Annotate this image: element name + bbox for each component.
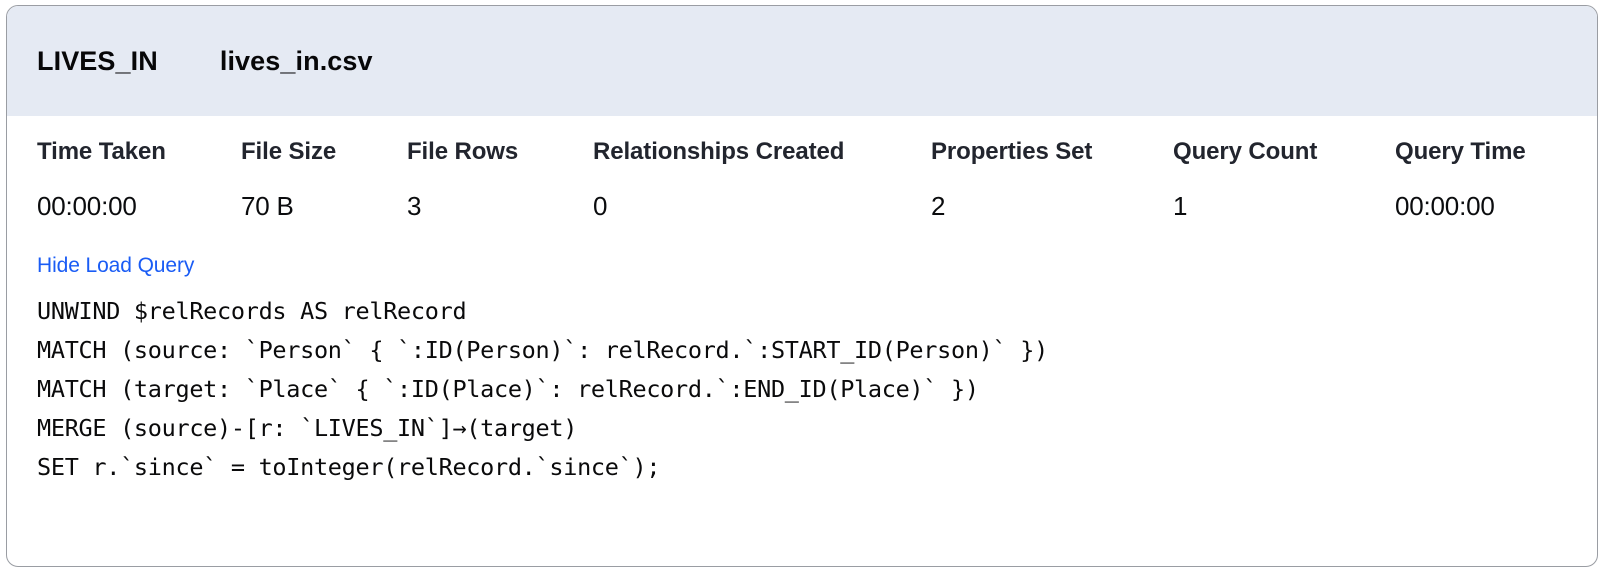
code-line-1: UNWIND $relRecords AS relRecord — [37, 297, 467, 325]
source-file-label: lives_in.csv — [219, 45, 373, 76]
stats-header-row: Time Taken File Size File Rows Relations… — [37, 138, 1597, 166]
stats-header-query-time: Query Time — [1395, 138, 1526, 165]
stats-value-query-count: 1 — [1173, 191, 1188, 221]
stats-header-relationships-created: Relationships Created — [593, 138, 845, 165]
code-line-2: MATCH (source: `Person` { `:ID(Person)`:… — [37, 336, 1048, 364]
stats-header-properties-set: Properties Set — [931, 138, 1093, 165]
hide-load-query-link[interactable]: Hide Load Query — [7, 254, 194, 278]
stats-value-relationships-created: 0 — [593, 191, 608, 221]
load-query-code-block: UNWIND $relRecords AS relRecord MATCH (so… — [7, 292, 1597, 487]
stats-value-file-size: 70 B — [241, 191, 294, 221]
stats-value-time-taken: 00:00:00 — [37, 191, 137, 221]
stats-value-properties-set: 2 — [931, 191, 946, 221]
stats-value-query-time: 00:00:00 — [1395, 191, 1495, 221]
code-line-5: SET r.`since` = toInteger(relRecord.`sin… — [37, 453, 661, 481]
stats-header-time-taken: Time Taken — [37, 138, 166, 165]
stats-value-file-rows: 3 — [407, 191, 422, 221]
stats-table: Time Taken File Size File Rows Relations… — [7, 138, 1597, 246]
load-result-card: LIVES_IN lives_in.csv Time Taken File Si… — [6, 5, 1598, 567]
stats-value-row: 00:00:00 70 B 3 0 2 1 00:00:00 — [37, 191, 1597, 222]
stats-header-file-rows: File Rows — [407, 138, 519, 165]
stats-header-file-size: File Size — [241, 138, 337, 165]
code-line-3: MATCH (target: `Place` { `:ID(Place)`: r… — [37, 375, 979, 403]
card-header: LIVES_IN lives_in.csv — [7, 6, 1597, 116]
stats-header-query-count: Query Count — [1173, 138, 1318, 165]
code-line-4: MERGE (source)-[r: `LIVES_IN`]→(target) — [37, 414, 578, 442]
relationship-type-label: LIVES_IN — [37, 45, 158, 76]
